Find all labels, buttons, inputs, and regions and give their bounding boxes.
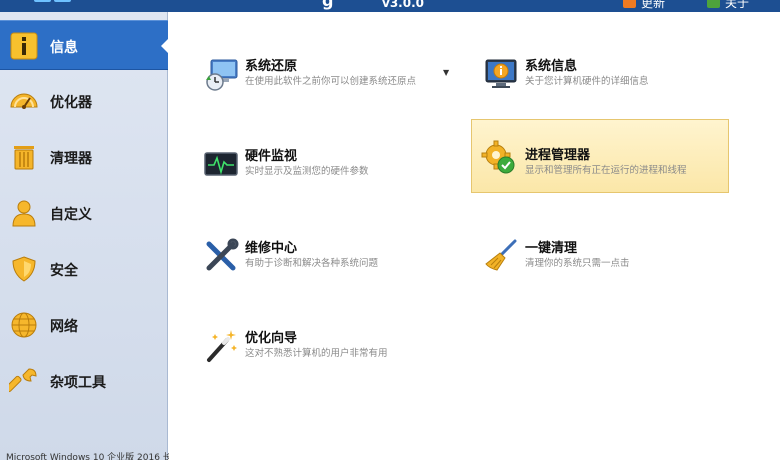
hardware-monitor-icon [204,152,238,176]
title-bar: g v3.0.0 更新 关于 [0,0,780,12]
sidebar-item-network[interactable]: 网络 [0,300,168,350]
tool-name: 维修中心 [245,241,298,256]
tool-description: 显示和管理所有正在运行的进程和线程 [525,165,687,176]
sidebar-item-label: 优化器 [50,95,92,111]
monitor-info-icon [485,59,517,88]
tool-name: 优化向导 [245,331,298,346]
tool-system-info[interactable]: 系统信息 关于您计算机硬件的详细信息 [449,42,707,116]
system-restore-icon [206,59,238,91]
wrench-icon [9,368,37,393]
sidebar-item-customize[interactable]: 自定义 [0,188,168,238]
tool-description: 清理你的系统只需一点击 [525,258,630,269]
sidebar-item-security[interactable]: 安全 [0,244,168,294]
magic-wand-icon [207,330,237,362]
refresh-icon [623,0,636,8]
update-label: 更新 [641,0,666,10]
system-info-text: Microsoft Windows 10 企业版 2016 长 [6,453,172,460]
update-button[interactable]: 更新 [623,0,665,10]
tool-optimization-wizard[interactable]: 优化向导 这对不熟悉计算机的用户非常有用 [169,314,427,388]
broom-icon [485,239,517,271]
app-logo-icon [34,0,74,8]
tool-description: 这对不熟悉计算机的用户非常有用 [245,348,388,359]
sidebar-item-label: 清理器 [50,151,92,167]
active-pointer [161,38,169,54]
tool-name: 系统还原 [245,59,298,74]
tool-system-restore[interactable]: 系统还原 在使用此软件之前你可以创建系统还原点 [169,42,427,116]
app-title-fragment: g [322,0,334,10]
speedometer-icon [10,93,38,109]
tool-one-click-clean[interactable]: 一键清理 清理你的系统只需一点击 [449,224,707,298]
sidebar-item-label: 信息 [50,40,78,56]
sidebar-item-label: 安全 [50,263,78,279]
about-button[interactable]: 关于 [707,0,749,10]
user-icon [12,200,36,227]
trash-bin-icon [14,146,34,170]
tool-description: 关于您计算机硬件的详细信息 [525,76,649,87]
tool-name: 进程管理器 [525,148,591,163]
sidebar: 信息 优化器 清理器 自定义 安全 网络 杂项工具 [0,12,169,460]
about-label: 关于 [725,0,750,10]
shield-icon [12,256,36,282]
process-gear-icon [481,140,515,174]
tool-process-manager[interactable]: 进程管理器 显示和管理所有正在运行的进程和线程 [471,119,729,193]
tool-description: 实时显示及监测您的硬件参数 [245,166,369,177]
tool-repair-center[interactable]: 维修中心 有助于诊断和解决各种系统问题 [169,224,427,298]
tool-name: 硬件监视 [245,149,298,164]
tool-hardware-monitor[interactable]: 硬件监视 实时显示及监测您的硬件参数 [169,132,427,206]
globe-icon [11,312,37,338]
sidebar-item-label: 自定义 [50,207,92,223]
about-info-icon [707,0,720,8]
tool-description: 在使用此软件之前你可以创建系统还原点 [245,76,417,87]
sidebar-item-optimizer[interactable]: 优化器 [0,76,168,126]
sidebar-item-label: 网络 [50,319,78,335]
info-icon [10,32,38,60]
tool-description: 有助于诊断和解决各种系统问题 [245,258,379,269]
sidebar-item-label: 杂项工具 [50,375,106,391]
main-panel: 系统还原 在使用此软件之前你可以创建系统还原点 ▼ 系统信息 关于您计算机硬件的… [169,12,780,460]
sidebar-item-cleaner[interactable]: 清理器 [0,132,168,182]
tool-name: 一键清理 [525,241,578,256]
tool-name: 系统信息 [525,59,578,74]
sidebar-item-misc-tools[interactable]: 杂项工具 [0,356,168,406]
app-version: v3.0.0 [382,0,424,10]
sidebar-item-info[interactable]: 信息 [0,20,169,70]
repair-tools-icon [206,238,239,271]
